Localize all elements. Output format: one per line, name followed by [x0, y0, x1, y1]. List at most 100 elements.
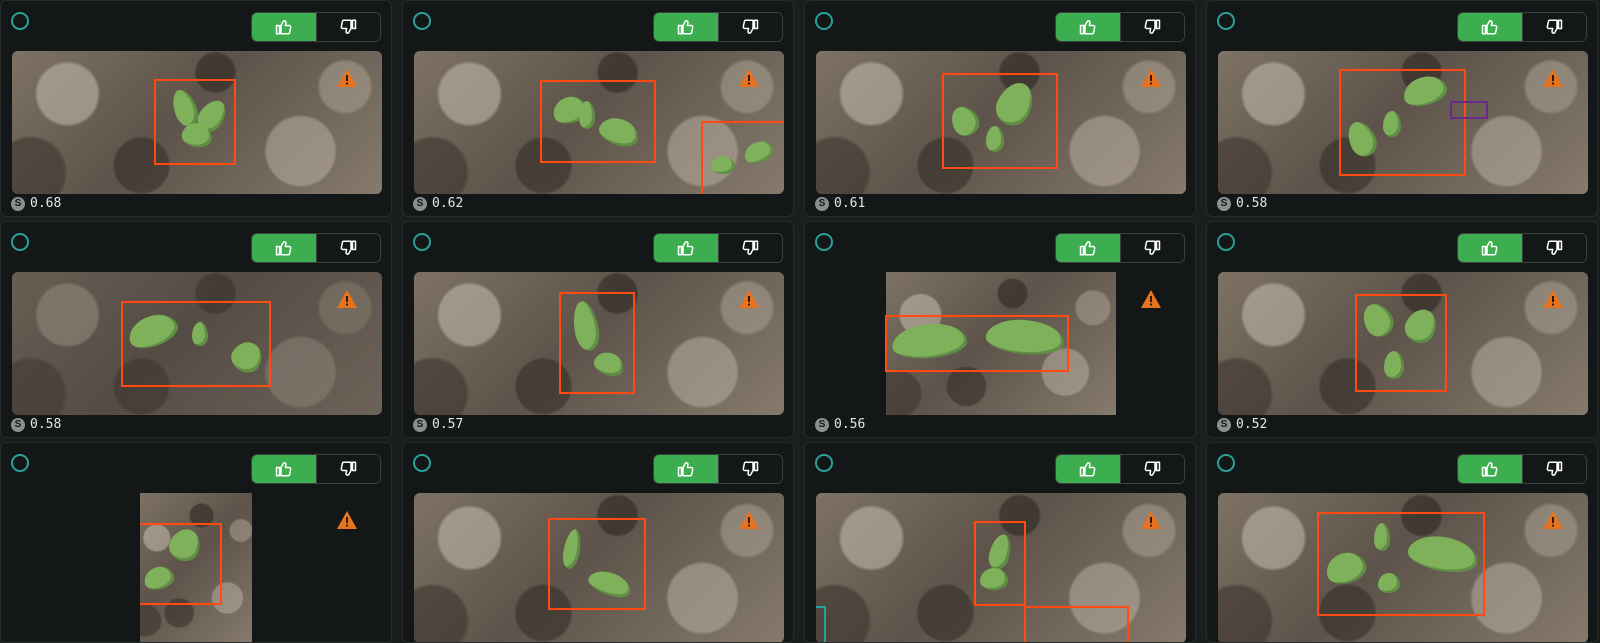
select-circle-icon[interactable]: [1217, 454, 1235, 472]
prediction-card: S 0.68: [0, 0, 392, 217]
score-s-icon: S: [413, 196, 427, 211]
thumbs-up-button[interactable]: [252, 13, 316, 41]
detection-box: [1355, 294, 1447, 392]
detection-box: [540, 80, 656, 163]
crop-thumbnail[interactable]: [12, 51, 382, 194]
vote-toggle: [251, 233, 381, 263]
thumbs-up-icon: [1079, 241, 1096, 256]
thumbs-up-button[interactable]: [1056, 234, 1120, 262]
confidence-score: S 0.56: [815, 417, 865, 432]
score-value: 0.56: [834, 417, 866, 432]
thumbs-down-button[interactable]: [717, 13, 782, 41]
thumbs-down-icon: [340, 461, 357, 476]
score-value: 0.52: [1236, 417, 1268, 432]
warning-triangle-icon: [1543, 511, 1563, 529]
crop-thumbnail[interactable]: [816, 51, 1186, 194]
confidence-score: S 0.61: [815, 196, 865, 211]
select-circle-icon[interactable]: [815, 454, 833, 472]
select-circle-icon[interactable]: [413, 233, 431, 251]
thumbs-up-button[interactable]: [654, 13, 718, 41]
vote-toggle: [1457, 12, 1587, 42]
thumbs-up-icon: [275, 20, 292, 35]
detection-box: [1024, 606, 1129, 642]
detection-box: [1339, 69, 1466, 176]
select-circle-icon[interactable]: [815, 12, 833, 30]
vote-toggle: [1457, 454, 1587, 484]
thumbs-down-button[interactable]: [315, 455, 380, 483]
thumbs-down-button[interactable]: [1119, 234, 1184, 262]
thumbs-up-icon: [1481, 20, 1498, 35]
warning-triangle-icon: [739, 69, 759, 87]
thumbs-up-icon: [1481, 241, 1498, 256]
detection-box: [1317, 512, 1485, 616]
crop-thumbnail[interactable]: [414, 272, 784, 415]
thumbs-down-icon: [340, 19, 357, 34]
thumbs-down-button[interactable]: [1521, 455, 1586, 483]
select-circle-icon[interactable]: [11, 12, 29, 30]
thumbs-up-button[interactable]: [1458, 234, 1522, 262]
score-s-icon: S: [815, 417, 829, 432]
score-s-icon: S: [11, 196, 25, 211]
thumbs-up-button[interactable]: [654, 455, 718, 483]
detection-box: [121, 301, 271, 387]
thumbs-down-button[interactable]: [717, 455, 782, 483]
crop-thumbnail[interactable]: [414, 51, 784, 194]
thumbs-up-icon: [1079, 20, 1096, 35]
prediction-card: [1206, 442, 1598, 643]
thumbs-up-icon: [275, 462, 292, 477]
prediction-card: [402, 442, 794, 643]
crop-thumbnail[interactable]: [816, 493, 1186, 642]
crop-thumbnail[interactable]: [1218, 493, 1588, 642]
vote-toggle: [653, 12, 783, 42]
thumbs-up-button[interactable]: [1458, 455, 1522, 483]
warning-triangle-icon: [337, 69, 357, 87]
thumbs-down-button[interactable]: [315, 13, 380, 41]
crop-thumbnail[interactable]: [12, 493, 382, 642]
select-circle-icon[interactable]: [413, 12, 431, 30]
score-value: 0.57: [432, 417, 464, 432]
confidence-score: S 0.57: [413, 417, 463, 432]
thumbs-up-button[interactable]: [1056, 455, 1120, 483]
thumbs-up-button[interactable]: [654, 234, 718, 262]
thumbs-up-icon: [677, 241, 694, 256]
prediction-grid: S 0.68 S 0.62 S 0.61 S 0.58 S 0.58 S 0.5…: [0, 0, 1600, 643]
score-s-icon: S: [11, 417, 25, 432]
select-circle-icon[interactable]: [815, 233, 833, 251]
prediction-card: [804, 442, 1196, 643]
warning-triangle-icon: [337, 511, 357, 529]
thumbs-down-button[interactable]: [1119, 455, 1184, 483]
confidence-score: S 0.68: [11, 196, 61, 211]
thumbs-down-button[interactable]: [315, 234, 380, 262]
crop-thumbnail[interactable]: [1218, 51, 1588, 194]
vote-toggle: [653, 233, 783, 263]
crop-thumbnail[interactable]: [816, 272, 1186, 415]
thumbs-down-button[interactable]: [1521, 13, 1586, 41]
crop-thumbnail[interactable]: [414, 493, 784, 642]
thumbs-down-icon: [1144, 240, 1161, 255]
thumbs-up-button[interactable]: [1056, 13, 1120, 41]
vote-toggle: [1055, 454, 1185, 484]
thumbs-up-button[interactable]: [252, 234, 316, 262]
thumbs-up-icon: [1079, 462, 1096, 477]
thumbs-up-icon: [677, 20, 694, 35]
crop-thumbnail[interactable]: [1218, 272, 1588, 415]
thumbs-up-button[interactable]: [1458, 13, 1522, 41]
warning-triangle-icon: [1141, 511, 1161, 529]
prediction-card: [0, 442, 392, 643]
detection-box: [548, 518, 646, 610]
select-circle-icon[interactable]: [413, 454, 431, 472]
detection-box: [140, 523, 222, 605]
thumbs-up-button[interactable]: [252, 455, 316, 483]
score-value: 0.68: [30, 196, 62, 211]
crop-thumbnail[interactable]: [12, 272, 382, 415]
select-circle-icon[interactable]: [1217, 233, 1235, 251]
thumbs-down-button[interactable]: [1119, 13, 1184, 41]
detection-box: [701, 121, 784, 194]
select-circle-icon[interactable]: [11, 233, 29, 251]
detection-box: [974, 521, 1026, 606]
select-circle-icon[interactable]: [1217, 12, 1235, 30]
thumbs-down-button[interactable]: [1521, 234, 1586, 262]
vote-toggle: [251, 454, 381, 484]
thumbs-down-button[interactable]: [717, 234, 782, 262]
select-circle-icon[interactable]: [11, 454, 29, 472]
